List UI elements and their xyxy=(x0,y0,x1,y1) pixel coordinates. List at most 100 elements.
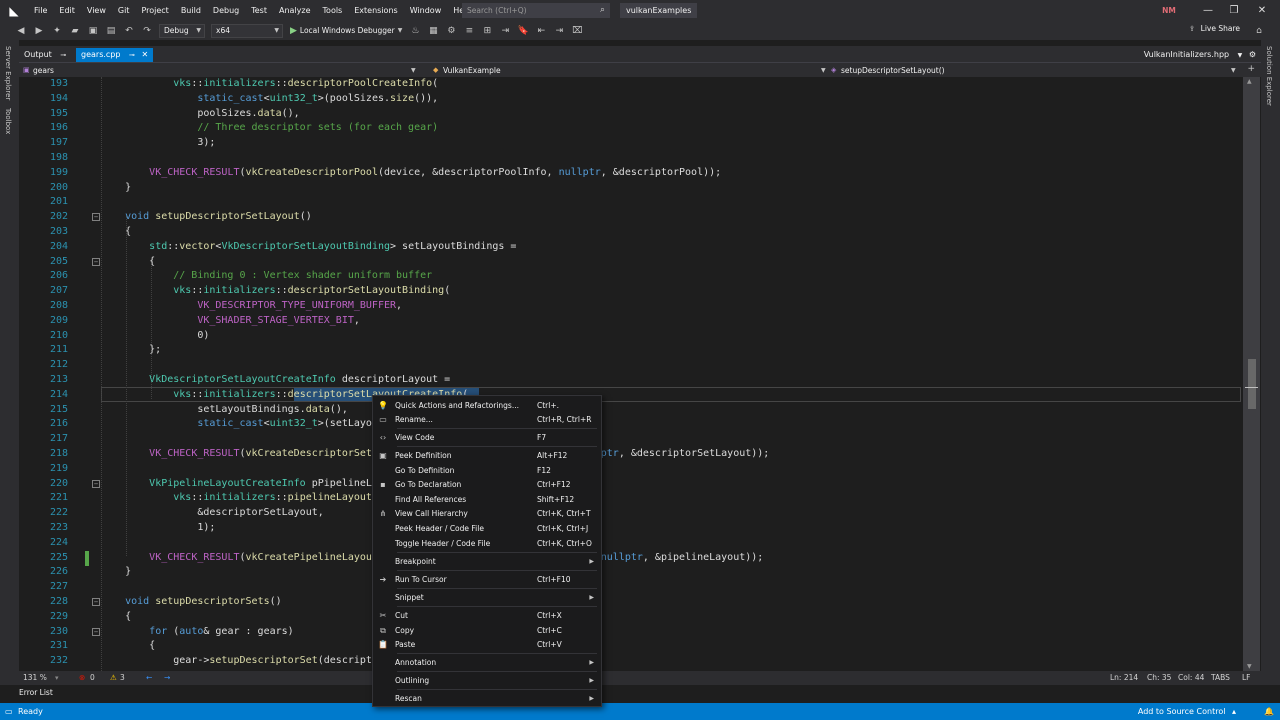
collapse-icon[interactable]: − xyxy=(92,598,100,606)
error-list-tab[interactable]: Error List xyxy=(19,686,53,699)
new-project-icon[interactable]: ✦ xyxy=(50,24,64,38)
open-folder-icon[interactable]: ▰ xyxy=(68,24,82,38)
code-line[interactable]: 230 − for (auto& gear : gears) xyxy=(19,625,1242,640)
code-line[interactable]: 226 } xyxy=(19,565,1242,580)
warning-icon[interactable]: ⚠ xyxy=(110,672,117,684)
context-menu-item-toggle-header-code-file[interactable]: Toggle Header / Code File Ctrl+K, Ctrl+O xyxy=(373,537,601,551)
comment-out-icon[interactable]: ⊞ xyxy=(480,24,494,38)
collapse-icon[interactable]: − xyxy=(92,213,100,222)
context-menu-item-breakpoint[interactable]: Breakpoint ▶ xyxy=(373,555,601,569)
back-icon[interactable]: ◀ xyxy=(14,24,28,38)
context-menu-item-go-to-declaration[interactable]: ▪ Go To Declaration Ctrl+F12 xyxy=(373,478,601,492)
code-line[interactable]: 225 VK_CHECK_RESULT(vkCreatePipelineLayo… xyxy=(19,551,1242,566)
avatar[interactable]: NM xyxy=(1161,4,1177,17)
context-menu-item-go-to-definition[interactable]: Go To Definition F12 xyxy=(373,464,601,478)
project-dropdown[interactable]: ▣ gears ▼ xyxy=(19,64,419,77)
menu-extensions[interactable]: Extensions xyxy=(348,0,403,21)
restore-icon[interactable]: ❐ xyxy=(1222,0,1246,21)
add-to-source-control-button[interactable]: Add to Source Control ▴ xyxy=(1138,705,1236,718)
menu-edit[interactable]: Edit xyxy=(53,0,81,21)
menu-debug[interactable]: Debug xyxy=(207,0,245,21)
context-menu-item-view-call-hierarchy[interactable]: ⋔ View Call Hierarchy Ctrl+K, Ctrl+T xyxy=(373,507,601,521)
code-line[interactable]: 201 xyxy=(19,195,1242,210)
indent-mode[interactable]: TABS xyxy=(1211,672,1230,684)
collapse-icon[interactable]: − xyxy=(92,627,100,636)
minimize-icon[interactable]: — xyxy=(1196,0,1220,21)
code-line[interactable]: 231 { xyxy=(19,639,1242,654)
forward-icon[interactable]: ▶ xyxy=(32,24,46,38)
code-line[interactable]: 217 xyxy=(19,432,1242,447)
pin-icon[interactable]: ⊸ xyxy=(60,51,66,59)
chevron-down-icon[interactable]: ▼ xyxy=(1238,52,1243,59)
code-line[interactable]: 214 vks::initializers::descriptorSetLayo… xyxy=(19,388,1242,403)
code-line[interactable]: 228 − void setupDescriptorSets() xyxy=(19,595,1242,610)
menu-git[interactable]: Git xyxy=(112,0,136,21)
context-menu-item-quick-actions-and-refactorings[interactable]: 💡 Quick Actions and Refactorings... Ctrl+. xyxy=(373,399,601,413)
clear-bookmarks-icon[interactable]: ⌧ xyxy=(570,24,584,38)
code-line[interactable]: 224 xyxy=(19,536,1242,551)
prev-issue-icon[interactable]: ← xyxy=(146,672,152,684)
collapse-icon[interactable]: − xyxy=(92,257,100,266)
code-line[interactable]: 194 static_cast<uint32_t>(poolSizes.size… xyxy=(19,92,1242,107)
tab-vulkan-initializers[interactable]: VulkanInitializers.hpp ▼ ⚙ xyxy=(1139,48,1261,62)
code-line[interactable]: 227 xyxy=(19,580,1242,595)
diagnostics-icon[interactable]: ▦ xyxy=(426,24,440,38)
member-dropdown[interactable]: ◈ setupDescriptorSetLayout() ▼ xyxy=(827,64,1241,77)
align-icon[interactable]: ≡ xyxy=(462,24,476,38)
chevron-down-icon[interactable]: ▾ xyxy=(55,672,59,684)
code-line[interactable]: 220− VkPipelineLayoutCreateInfo pPipelin… xyxy=(19,477,1242,492)
next-issue-icon[interactable]: → xyxy=(164,672,170,684)
code-line[interactable]: 212 xyxy=(19,358,1242,373)
context-menu-item-outlining[interactable]: Outlining ▶ xyxy=(373,674,601,688)
context-menu-item-find-all-references[interactable]: Find All References Shift+F12 xyxy=(373,493,601,507)
settings-icon[interactable]: ⚙ xyxy=(1249,50,1256,59)
context-menu-item-peek-header-code-file[interactable]: Peek Header / Code File Ctrl+K, Ctrl+J xyxy=(373,522,601,536)
code-line[interactable]: 215 setLayoutBindings.data(), xyxy=(19,403,1242,418)
code-line[interactable]: 200 } xyxy=(19,181,1242,196)
code-line[interactable]: 213 VkDescriptorSetLayoutCreateInfo desc… xyxy=(19,373,1242,388)
hot-reload-icon[interactable]: ♨ xyxy=(408,24,422,38)
code-line[interactable]: 232 gear->setupDescriptorSet(descriptorP… xyxy=(19,654,1242,669)
menu-file[interactable]: File xyxy=(28,0,53,21)
context-menu-item-rename[interactable]: ▭ Rename... Ctrl+R, Ctrl+R xyxy=(373,413,601,427)
scroll-up-icon[interactable]: ▲ xyxy=(1247,78,1252,85)
context-menu-item-cut[interactable]: ✂ Cut Ctrl+X xyxy=(373,609,601,623)
code-line[interactable]: 197 3); xyxy=(19,136,1242,151)
class-dropdown[interactable]: ◆ VulkanExample ▼ xyxy=(429,64,829,77)
zoom-level[interactable]: 131 % xyxy=(23,672,47,684)
server-explorer-tab[interactable]: Server Explorer xyxy=(4,46,12,100)
save-icon[interactable]: ▣ xyxy=(86,24,100,38)
context-menu-item-snippet[interactable]: Snippet ▶ xyxy=(373,591,601,605)
context-menu-item-copy[interactable]: ⧉ Copy Ctrl+C xyxy=(373,624,601,638)
code-line[interactable]: 218 VK_CHECK_RESULT(vkCreateDescriptorSe… xyxy=(19,447,1242,462)
search-icon[interactable]: ⌕ xyxy=(600,4,605,17)
feedback-icon[interactable]: ⌂ xyxy=(1252,24,1266,38)
visual-studio-logo-icon[interactable]: ◣ xyxy=(6,4,22,18)
menu-tools[interactable]: Tools xyxy=(317,0,349,21)
code-line[interactable]: 209 VK_SHADER_STAGE_VERTEX_BIT, xyxy=(19,314,1242,329)
code-line[interactable]: 210 0) xyxy=(19,329,1242,344)
context-menu-item-paste[interactable]: 📋 Paste Ctrl+V xyxy=(373,638,601,652)
code-line[interactable]: 219 xyxy=(19,462,1242,477)
code-line[interactable]: 193 vks::initializers::descriptorPoolCre… xyxy=(19,77,1242,92)
menu-window[interactable]: Window xyxy=(404,0,448,21)
code-line[interactable]: 229 { xyxy=(19,610,1242,625)
menu-view[interactable]: View xyxy=(81,0,112,21)
split-editor-icon[interactable]: + xyxy=(1247,64,1255,74)
code-line[interactable]: 198 xyxy=(19,151,1242,166)
solution-explorer-tab[interactable]: Solution Explorer xyxy=(1265,46,1273,106)
context-menu-item-view-code[interactable]: ‹› View Code F7 xyxy=(373,431,601,445)
context-menu-item-peek-definition[interactable]: ▣ Peek Definition Alt+F12 xyxy=(373,449,601,463)
indent-icon[interactable]: ⇥ xyxy=(498,24,512,38)
code-line[interactable]: 205 − { xyxy=(19,255,1242,270)
code-line[interactable]: 204 std::vector<VkDescriptorSetLayoutBin… xyxy=(19,240,1242,255)
bookmark-icon[interactable]: 🔖 xyxy=(516,24,530,38)
toolbox-tab[interactable]: Toolbox xyxy=(4,108,12,134)
next-bookmark-icon[interactable]: ⇥ xyxy=(552,24,566,38)
run-debugger-button[interactable]: ▶ Local Windows Debugger ▼ xyxy=(290,26,402,36)
code-line[interactable]: 221 vks::initializers::pipelineLayoutCre… xyxy=(19,491,1242,506)
save-all-icon[interactable]: ▤ xyxy=(104,24,118,38)
code-line[interactable]: 196 // Three descriptor sets (for each g… xyxy=(19,121,1242,136)
live-share-button[interactable]: ⇪ Live Share xyxy=(1189,24,1240,33)
code-line[interactable]: 207 vks::initializers::descriptorSetLayo… xyxy=(19,284,1242,299)
